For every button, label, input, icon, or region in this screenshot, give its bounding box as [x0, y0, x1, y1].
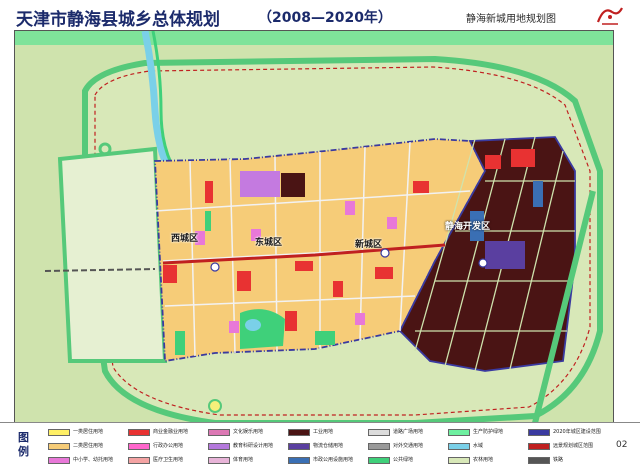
south-park	[240, 309, 285, 349]
legend-swatch	[448, 429, 470, 436]
dev-commercial	[511, 149, 535, 167]
legend-swatch	[528, 443, 550, 450]
legend-swatch	[208, 429, 230, 436]
legend-label: 文化娱乐用地	[233, 429, 264, 435]
logistics-block	[485, 241, 525, 269]
plan-period: （2008—2020年）	[258, 10, 392, 26]
label-east-district: 东城区	[255, 238, 283, 248]
page-number: 02	[616, 440, 628, 450]
legend-swatch	[528, 457, 550, 464]
legend-swatch	[528, 429, 550, 436]
legend-label: 教育科研设计用地	[233, 443, 274, 449]
legend-swatch	[288, 429, 310, 436]
page-title: 天津市静海县城乡总体规划	[16, 10, 220, 30]
legend-label: 铁路	[553, 457, 564, 463]
legend-label: 水域	[473, 443, 484, 449]
legend-label: 对外交通用地	[393, 443, 424, 449]
legend-label: 农林用地	[473, 457, 494, 463]
legend-label: 2020年城区建设范围	[553, 429, 601, 435]
legend-swatch	[288, 443, 310, 450]
legend-label: 中小学、幼托用地	[73, 457, 114, 463]
government-block	[240, 171, 280, 197]
legend-swatch	[448, 443, 470, 450]
legend-swatch	[128, 457, 150, 464]
legend-label: 体育用地	[233, 457, 254, 463]
legend-label: 市政公用设施用地	[313, 457, 354, 463]
legend-label: 道路广场用地	[393, 429, 424, 435]
map-page: 天津市静海县城乡总体规划 （2008—2020年） 静海新城用地规划图 西城区 …	[0, 0, 640, 471]
legend-label: 工业用地	[313, 429, 334, 435]
legend-label: 物流仓储用地	[313, 443, 344, 449]
green-belt-top	[15, 31, 613, 45]
legend-swatch	[48, 443, 70, 450]
map-canvas	[15, 31, 613, 423]
header: 天津市静海县城乡总体规划 （2008—2020年） 静海新城用地规划图	[0, 0, 640, 30]
park-lake	[245, 319, 261, 331]
legend-label: 商业金融业用地	[153, 429, 189, 435]
legend-label: 公共绿地	[393, 457, 414, 463]
legend-label: 生产防护绿地	[473, 429, 504, 435]
west-green-zone	[57, 146, 168, 363]
land-use-map: 西城区 东城区 新城区 静海开发区	[14, 30, 614, 424]
legend-swatch	[368, 457, 390, 464]
legend-swatch	[448, 457, 470, 464]
city-seal-icon	[590, 2, 630, 28]
legend-label: 一类居住用地	[73, 429, 104, 435]
legend-label: 二类居住用地	[73, 443, 104, 449]
legend-swatch	[208, 443, 230, 450]
legend-swatch	[288, 457, 310, 464]
legend-swatch	[128, 443, 150, 450]
legend-swatch	[128, 429, 150, 436]
legend-swatch	[48, 429, 70, 436]
legend-label: 行政办公用地	[153, 443, 184, 449]
map-subtitle: 静海新城用地规划图	[466, 14, 556, 25]
legend-label: 远景规划城区范围	[553, 443, 594, 449]
legend-label: 医疗卫生用地	[153, 457, 184, 463]
legend-swatch	[368, 429, 390, 436]
label-dev-zone: 静海开发区	[445, 222, 491, 232]
legend-title: 图例	[18, 431, 29, 458]
label-new-district: 新城区	[355, 240, 383, 250]
legend-swatch	[48, 457, 70, 464]
label-west-district: 西城区	[171, 234, 199, 244]
legend-swatch	[368, 443, 390, 450]
legend: 图例 一类居住用地 二类居住用地中小学、幼托用地 商业金融业用地 行政办公用地 医疗卫生…	[0, 422, 640, 471]
legend-swatch	[208, 457, 230, 464]
